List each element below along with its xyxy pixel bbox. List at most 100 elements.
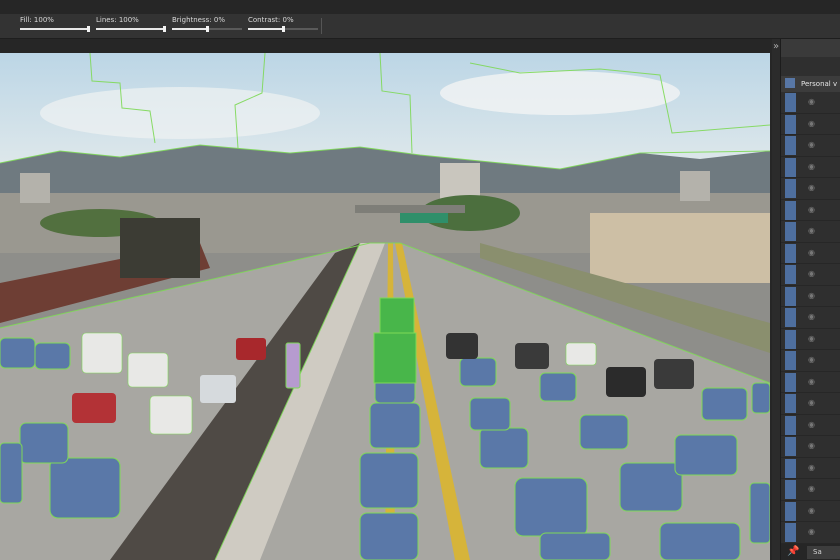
eye-icon[interactable]: ◉ — [808, 334, 815, 343]
layer-row[interactable]: ◉ — [781, 501, 840, 522]
fill-slider-track[interactable] — [20, 26, 90, 32]
vehicle-mask[interactable] — [359, 452, 419, 509]
contrast-slider-track[interactable] — [248, 26, 318, 32]
contrast-slider-thumb[interactable] — [282, 26, 285, 32]
brightness-slider-track[interactable] — [172, 26, 242, 32]
vehicle-mask[interactable] — [751, 382, 770, 414]
layer-row[interactable]: ◉ — [781, 157, 840, 178]
layer-row[interactable]: ◉ — [781, 458, 840, 479]
cloud — [40, 87, 320, 139]
eye-icon[interactable]: ◉ — [808, 226, 815, 235]
eye-icon[interactable]: ◉ — [808, 205, 815, 214]
eye-icon[interactable]: ◉ — [808, 484, 815, 493]
eye-icon[interactable]: ◉ — [808, 291, 815, 300]
vehicle-mask[interactable] — [0, 337, 36, 369]
eye-icon[interactable]: ◉ — [808, 140, 815, 149]
layer-row[interactable]: ◉ — [781, 307, 840, 329]
dark-vehicle — [606, 367, 646, 397]
vehicle-mask[interactable] — [749, 482, 770, 544]
layer-color-swatch — [785, 415, 796, 435]
vehicle-mask[interactable] — [19, 422, 69, 464]
lines-slider-thumb[interactable] — [163, 26, 166, 32]
layer-group-title: Personal v — [801, 80, 838, 88]
layer-row[interactable]: ◉ — [781, 178, 840, 200]
eye-icon[interactable]: ◉ — [808, 355, 815, 364]
layer-row[interactable]: ◉ — [781, 286, 840, 307]
overpass-bridge — [355, 205, 465, 213]
layer-row[interactable]: ◉ — [781, 221, 840, 243]
eye-icon[interactable]: ◉ — [808, 463, 815, 472]
layer-color-swatch — [785, 265, 796, 284]
lines-slider-label: Lines: 100% — [96, 16, 139, 24]
eye-icon[interactable]: ◉ — [808, 377, 815, 386]
eye-icon[interactable]: ◉ — [808, 269, 815, 278]
layer-row[interactable]: ◉ — [781, 522, 840, 544]
eye-icon[interactable]: ◉ — [808, 506, 815, 515]
layer-row[interactable]: ◉ — [781, 329, 840, 350]
vehicle-mask[interactable] — [619, 462, 683, 512]
layer-color-swatch — [785, 93, 796, 112]
red-vehicle — [236, 338, 266, 360]
eye-icon[interactable]: ◉ — [808, 527, 815, 536]
truck-mask[interactable] — [379, 297, 415, 334]
save-button[interactable]: Sa — [807, 546, 840, 559]
vehicle-mask[interactable] — [459, 357, 497, 387]
layer-row[interactable]: ◉ — [781, 243, 840, 264]
eye-icon[interactable]: ◉ — [808, 162, 815, 171]
layer-row[interactable]: ◉ — [781, 393, 840, 415]
layer-row[interactable]: ◉ — [781, 92, 840, 114]
layers-panel: Personal v ◉ ◉ ◉ ◉ ◉ ◉ ◉ ◉ ◉ ◉ ◉ ◉ ◉ ◉ ◉… — [780, 39, 840, 560]
eye-icon[interactable]: ◉ — [808, 312, 815, 321]
fill-slider-label: Fill: 100% — [20, 16, 54, 24]
vehicle-mask[interactable] — [539, 532, 611, 560]
layer-color-swatch — [785, 394, 796, 413]
vehicle-mask[interactable] — [514, 477, 588, 537]
lines-slider-fill — [96, 28, 164, 30]
layer-color-swatch — [785, 329, 796, 349]
annotated-image[interactable] — [0, 53, 770, 560]
layer-color-swatch — [785, 351, 796, 370]
canvas-area — [0, 39, 772, 560]
vehicle-mask[interactable] — [359, 512, 419, 560]
pin-icon[interactable]: 📌 — [787, 546, 799, 557]
layer-row[interactable]: ◉ — [781, 200, 840, 221]
eye-icon[interactable]: ◉ — [808, 398, 815, 407]
layer-row[interactable]: ◉ — [781, 415, 840, 436]
dark-vehicle — [654, 359, 694, 389]
layer-row[interactable]: ◉ — [781, 264, 840, 286]
layer-group-header[interactable]: Personal v — [781, 76, 840, 92]
truck-mask[interactable] — [373, 332, 417, 384]
layer-row[interactable]: ◉ — [781, 479, 840, 501]
vehicle-mask[interactable] — [539, 372, 577, 402]
vehicle-mask[interactable] — [369, 402, 421, 449]
vehicle-mask[interactable] — [49, 457, 121, 519]
eye-icon[interactable]: ◉ — [808, 97, 815, 106]
layer-row[interactable]: ◉ — [781, 350, 840, 372]
vehicle-mask[interactable] — [34, 342, 71, 370]
lines-slider-track[interactable] — [96, 26, 166, 32]
brightness-slider-thumb[interactable] — [206, 26, 209, 32]
layer-row[interactable]: ◉ — [781, 135, 840, 157]
vehicle-mask[interactable] — [701, 387, 748, 421]
layer-row[interactable]: ◉ — [781, 372, 840, 393]
vehicle-mask[interactable] — [674, 434, 738, 476]
eye-icon[interactable]: ◉ — [808, 441, 815, 450]
vehicle-mask[interactable] — [659, 522, 741, 560]
layer-color-swatch — [785, 157, 796, 177]
image-viewport[interactable] — [0, 53, 770, 560]
eye-icon[interactable]: ◉ — [808, 119, 815, 128]
vehicle-mask[interactable] — [0, 442, 23, 504]
layer-row[interactable]: ◉ — [781, 114, 840, 135]
vehicle-mask[interactable] — [469, 397, 511, 431]
layer-row[interactable]: ◉ — [781, 436, 840, 458]
eye-icon[interactable]: ◉ — [808, 420, 815, 429]
eye-icon[interactable]: ◉ — [808, 183, 815, 192]
vehicle-mask[interactable] — [579, 414, 629, 450]
layer-color-swatch — [785, 243, 796, 263]
fill-slider-thumb[interactable] — [87, 26, 90, 32]
red-vehicle — [72, 393, 116, 423]
layer-color-swatch — [785, 308, 796, 327]
eye-icon[interactable]: ◉ — [808, 248, 815, 257]
cloud — [440, 71, 680, 115]
vehicle-mask[interactable] — [479, 427, 529, 469]
